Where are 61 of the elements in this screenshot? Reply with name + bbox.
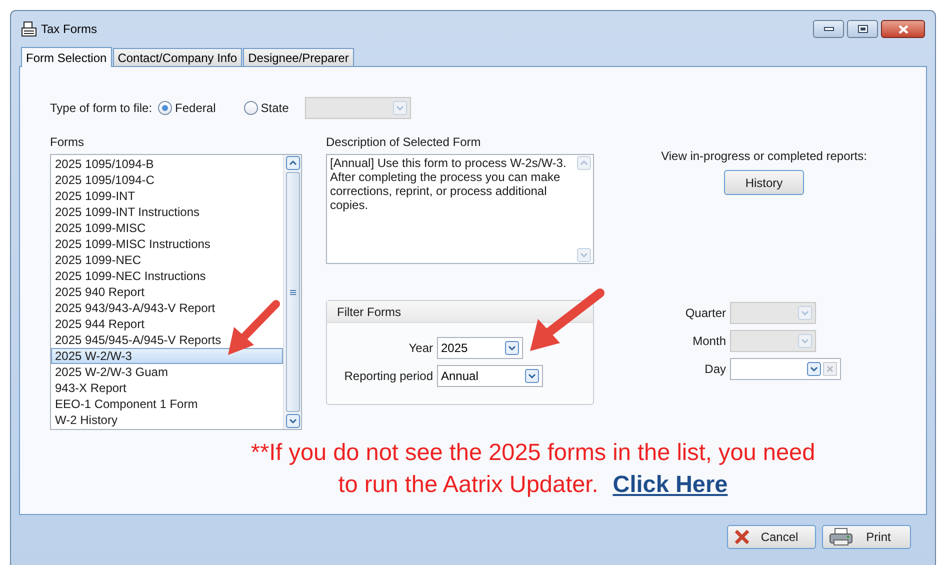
period-label: Day bbox=[704, 361, 727, 378]
tab[interactable]: Form Selection bbox=[21, 47, 112, 67]
form-list-item[interactable]: 2025 W-2/W-3 bbox=[51, 348, 283, 364]
form-list-item[interactable]: 2025 W-2/W-3 Guam bbox=[51, 364, 283, 380]
maximize-icon bbox=[858, 25, 868, 33]
click-here-link[interactable]: Click Here bbox=[612, 471, 728, 497]
radio-button[interactable] bbox=[158, 101, 172, 115]
form-list-item[interactable]: 2025 943/943-A/943-V Report bbox=[51, 300, 283, 316]
filter-label: Reporting period bbox=[343, 368, 434, 385]
period-label: Quarter bbox=[684, 305, 727, 322]
description-label: Description of Selected Form bbox=[326, 134, 482, 151]
form-list-item[interactable]: EEO-1 Component 1 Form bbox=[51, 396, 283, 412]
form-list-item[interactable]: 2025 1095/1094-C bbox=[51, 172, 283, 188]
form-list-item[interactable]: 2025 1099-INT Instructions bbox=[51, 204, 283, 220]
chevron-down-icon[interactable] bbox=[505, 341, 519, 355]
dropdown-field[interactable]: 2025 bbox=[437, 337, 523, 359]
form-list-item[interactable]: 2025 1099-NEC bbox=[51, 252, 283, 268]
print-button[interactable]: Print bbox=[822, 525, 911, 549]
close-button[interactable] bbox=[881, 20, 925, 38]
form-list-item[interactable]: 2025 1099-MISC Instructions bbox=[51, 236, 283, 252]
scrollbar[interactable] bbox=[283, 155, 301, 429]
window-title: Tax Forms bbox=[41, 21, 98, 38]
minimize-icon bbox=[824, 27, 834, 31]
close-icon bbox=[898, 24, 908, 34]
form-list-item[interactable]: W-2 History bbox=[51, 412, 283, 428]
grip-icon bbox=[290, 290, 296, 294]
arrow-icon bbox=[226, 299, 282, 357]
period-label: Month bbox=[692, 333, 727, 350]
filter-label: Year bbox=[408, 340, 434, 357]
form-type-label: Type of form to file: bbox=[50, 100, 152, 117]
form-list-item[interactable]: 2025 1099-INT bbox=[51, 188, 283, 204]
cancel-button[interactable]: Cancel bbox=[727, 525, 816, 549]
filter-title: Filter Forms bbox=[337, 304, 401, 320]
radio-button[interactable] bbox=[244, 101, 258, 115]
tab[interactable]: Contact/Company Info bbox=[112, 48, 242, 66]
form-list-item[interactable]: 2025 1099-NEC Instructions bbox=[51, 268, 283, 284]
scroll-up-icon[interactable] bbox=[286, 156, 300, 170]
description-text: [Annual] Use this form to process W-2s/W-3. After completing the process you can make corrections, reprint, or process additional copies. bbox=[329, 155, 568, 214]
forms-label: Forms bbox=[50, 134, 85, 151]
form-list-item[interactable]: 2025 1099-MISC bbox=[51, 220, 283, 236]
form-list-item[interactable]: 943-X Report bbox=[51, 380, 283, 396]
radio-label: Federal bbox=[175, 100, 216, 117]
form-list-item[interactable]: 2025 940 Report bbox=[51, 284, 283, 300]
history-button[interactable]: History bbox=[724, 170, 804, 195]
maximize-button[interactable] bbox=[847, 20, 878, 38]
chevron-down-icon[interactable] bbox=[807, 362, 821, 376]
tax-form-icon bbox=[21, 21, 37, 37]
printer-icon bbox=[829, 528, 853, 546]
history-prompt: View in-progress or completed reports: bbox=[660, 148, 868, 165]
dropdown-field[interactable]: Annual bbox=[437, 365, 543, 387]
update-notice: **If you do not see the 2025 forms in the list, you need to run the Aatrix Updater. Click Here bbox=[250, 438, 816, 499]
chevron-down-icon[interactable] bbox=[286, 414, 300, 428]
form-list-item[interactable]: 2025 945/945-A/945-V Reports bbox=[51, 332, 283, 348]
radio-label: State bbox=[260, 100, 289, 117]
dropdown-field[interactable] bbox=[730, 358, 841, 380]
x-icon bbox=[734, 530, 750, 544]
form-list-item[interactable]: 2025 1095/1094-B bbox=[51, 156, 283, 172]
minimize-button[interactable] bbox=[813, 20, 844, 38]
tab[interactable]: Designee/Preparer bbox=[243, 48, 354, 66]
chevron-down-icon[interactable] bbox=[525, 369, 539, 383]
form-list-item[interactable]: 2025 944 Report bbox=[51, 316, 283, 332]
